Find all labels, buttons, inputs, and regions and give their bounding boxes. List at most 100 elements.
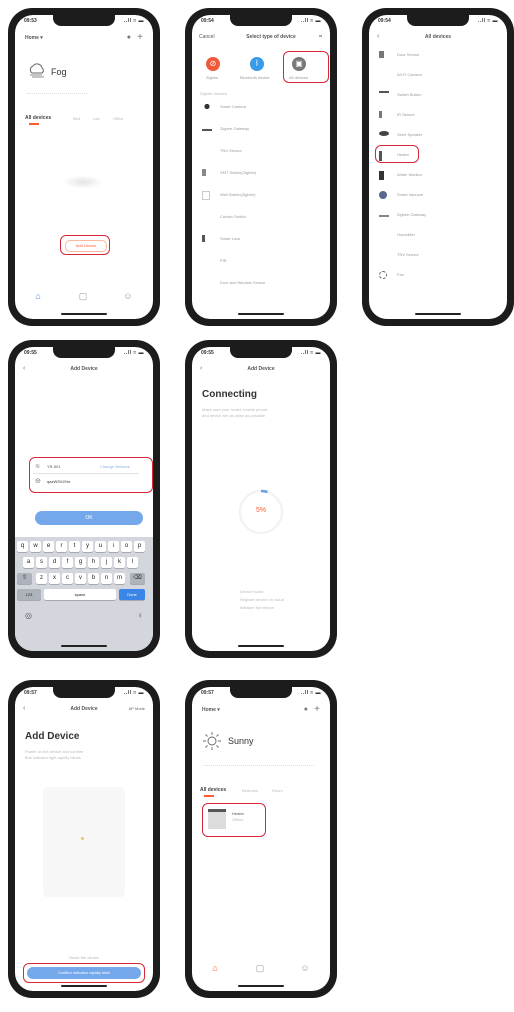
home-icon[interactable]: ⌂ xyxy=(200,963,230,973)
key-c[interactable]: c xyxy=(62,573,73,584)
key-l[interactable]: l xyxy=(127,557,138,568)
tab-room[interactable]: Room xyxy=(272,788,283,793)
list-item[interactable]: Smart Vacuum xyxy=(377,189,501,201)
key-j[interactable]: j xyxy=(101,557,112,568)
tab-lab[interactable]: Lab xyxy=(93,116,100,121)
key-r[interactable]: r xyxy=(56,541,67,552)
home-indicator xyxy=(61,313,107,315)
numbers-key[interactable]: 123 xyxy=(17,589,41,600)
list-item[interactable]: Zigbee Gateway xyxy=(377,209,501,221)
list-item[interactable]: Fan xyxy=(377,269,501,281)
door-sensor-icon xyxy=(202,279,212,286)
tab-all-devices[interactable]: All devices xyxy=(200,787,226,793)
keyboard: q w e r t y u i o p a s d f g h j k l ⇧ … xyxy=(15,537,153,651)
key-e[interactable]: e xyxy=(43,541,54,552)
scene-icon[interactable]: ▢ xyxy=(245,963,275,974)
mic-icon[interactable]: ● xyxy=(304,706,308,713)
list-item[interactable]: Humidifier xyxy=(377,229,501,241)
done-key[interactable]: Done xyxy=(119,589,145,600)
ok-button[interactable]: OK xyxy=(35,511,143,525)
key-i[interactable]: i xyxy=(108,541,119,552)
key-b[interactable]: b xyxy=(88,573,99,584)
zigbee-type-icon[interactable]: ⊘ xyxy=(206,57,220,71)
tab-indicator xyxy=(29,123,39,125)
key-q[interactable]: q xyxy=(17,541,28,552)
key-d[interactable]: d xyxy=(49,557,60,568)
list-item[interactable]: Smart Camera xyxy=(200,101,324,113)
list-item[interactable]: Siren Speaker xyxy=(377,129,501,141)
globe-icon[interactable]: ◎ xyxy=(25,611,32,620)
key-s[interactable]: s xyxy=(36,557,47,568)
ap-mode-link[interactable]: AP Mode xyxy=(129,706,145,711)
me-icon[interactable]: ☺ xyxy=(113,291,143,301)
curtain-icon xyxy=(202,213,212,220)
list-item[interactable]: PIR xyxy=(200,255,324,267)
tab-bedroom[interactable]: Bedroom xyxy=(242,788,258,793)
instruction-1: Power on the device and confirm xyxy=(25,749,84,754)
camera-icon xyxy=(202,103,212,110)
key-f[interactable]: f xyxy=(62,557,73,568)
home-icon[interactable]: ⌂ xyxy=(23,291,53,301)
status-signal: ..ll ≈ ▬ xyxy=(123,18,144,24)
me-icon[interactable]: ☺ xyxy=(290,963,320,973)
key-y[interactable]: y xyxy=(82,541,93,552)
list-item[interactable]: Door Sensor xyxy=(377,49,501,61)
key-t[interactable]: t xyxy=(69,541,80,552)
list-item[interactable]: Curtain Switch xyxy=(200,211,324,223)
tab-office[interactable]: Office xyxy=(113,116,123,121)
key-w[interactable]: w xyxy=(30,541,41,552)
home-selector[interactable]: Home ▾ xyxy=(25,35,43,41)
nav-bar: ‹ Add Device AP Mode xyxy=(15,703,153,717)
highlight-device xyxy=(202,803,266,837)
page-title: All devices xyxy=(424,34,452,40)
list-item[interactable]: Switch Button xyxy=(377,89,501,101)
step-device-found: Device found xyxy=(240,589,264,594)
status-signal: ..ll ≈ ▬ xyxy=(123,690,144,696)
mic-icon[interactable]: ♀ xyxy=(137,611,143,620)
status-signal: ..ll ≈ ▬ xyxy=(123,350,144,356)
list-item[interactable]: Door and Window Sensor xyxy=(200,277,324,289)
home-indicator xyxy=(61,645,107,647)
bluetooth-type-icon[interactable]: ᛒ xyxy=(250,57,264,71)
key-u[interactable]: u xyxy=(95,541,106,552)
key-g[interactable]: g xyxy=(75,557,86,568)
tab-all-devices[interactable]: All devices xyxy=(25,115,51,121)
add-icon[interactable]: + xyxy=(137,32,143,43)
scan-icon[interactable]: ⌗ xyxy=(319,34,322,40)
list-item[interactable]: IR Sensor xyxy=(377,109,501,121)
highlight-heater xyxy=(375,145,419,163)
home-selector[interactable]: Home ▾ xyxy=(202,707,220,713)
key-o[interactable]: o xyxy=(121,541,132,552)
home-indicator xyxy=(415,313,461,315)
list-item[interactable]: Wi-Fi Camera xyxy=(377,69,501,81)
mic-icon[interactable]: ● xyxy=(127,34,131,41)
list-item[interactable]: TNV Sensor xyxy=(200,145,324,157)
space-key[interactable]: space xyxy=(44,589,116,600)
list-item[interactable]: Water Monitor xyxy=(377,169,501,181)
list-item[interactable]: Zigbee Gateway xyxy=(200,123,324,135)
key-k[interactable]: k xyxy=(114,557,125,568)
lock-icon xyxy=(202,235,205,242)
instruction-2: that indicator light rapidly blinks xyxy=(25,755,81,760)
notch xyxy=(53,347,115,358)
weather-label: Fog xyxy=(51,67,67,77)
key-m[interactable]: m xyxy=(114,573,125,584)
list-item[interactable]: Smart Lock xyxy=(200,233,324,245)
add-icon[interactable]: + xyxy=(314,704,320,715)
shift-key[interactable]: ⇧ xyxy=(17,573,32,584)
key-h[interactable]: h xyxy=(88,557,99,568)
key-z[interactable]: z xyxy=(36,573,47,584)
scene-icon[interactable]: ▢ xyxy=(68,291,98,302)
list-item[interactable]: TNV Sensor xyxy=(377,249,501,261)
tab-bed[interactable]: Bed xyxy=(73,116,80,121)
backspace-key[interactable]: ⌫ xyxy=(130,573,145,584)
key-n[interactable]: n xyxy=(101,573,112,584)
list-item[interactable]: SMT Switch(Zigbee) xyxy=(200,167,324,179)
key-a[interactable]: a xyxy=(23,557,34,568)
reset-hint[interactable]: Reset the device xyxy=(15,955,153,960)
list-item[interactable]: Wall Switch(Zigbee) xyxy=(200,189,324,201)
key-v[interactable]: v xyxy=(75,573,86,584)
phone-connecting: 09:55 ..ll ≈ ▬ ‹ Add Device Connecting M… xyxy=(185,340,337,658)
key-x[interactable]: x xyxy=(49,573,60,584)
key-p[interactable]: p xyxy=(134,541,145,552)
